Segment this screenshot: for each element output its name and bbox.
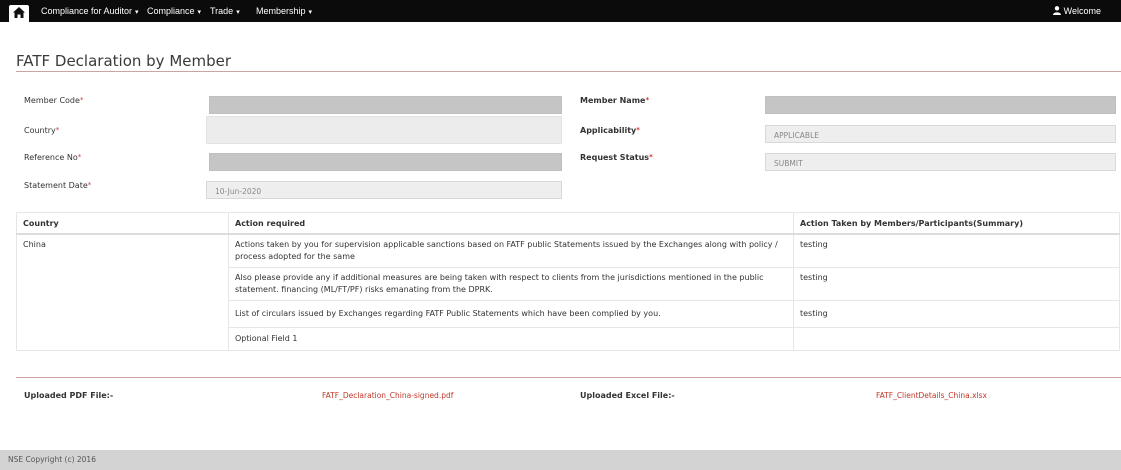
member-code-label: Member Code* bbox=[24, 96, 84, 105]
home-icon bbox=[13, 7, 25, 18]
home-button[interactable] bbox=[9, 5, 29, 22]
table-header-row: Country Action required Action Taken by … bbox=[16, 212, 1120, 235]
uploaded-pdf-label: Uploaded PDF File:- bbox=[24, 391, 114, 400]
action-required-cell: Optional Field 1 bbox=[228, 326, 794, 351]
statement-date-label: Statement Date* bbox=[24, 181, 92, 190]
member-name-field[interactable] bbox=[765, 96, 1116, 114]
action-required-cell: Also please provide any if additional me… bbox=[228, 266, 794, 301]
uploaded-excel-link[interactable]: FATF_ClientDetails_China.xlsx bbox=[876, 391, 987, 400]
caret-down-icon: ▾ bbox=[308, 9, 313, 16]
nav-trade[interactable]: Trade ▾ bbox=[210, 6, 240, 16]
reference-no-label: Reference No* bbox=[24, 153, 82, 162]
statement-date-field[interactable]: 10-Jun-2020 bbox=[206, 181, 562, 199]
nav-compliance[interactable]: Compliance ▾ bbox=[147, 6, 201, 16]
nav-compliance-for-auditor[interactable]: Compliance for Auditor ▾ bbox=[41, 6, 139, 16]
header-country: Country bbox=[16, 212, 229, 235]
caret-down-icon: ▾ bbox=[135, 9, 139, 16]
page-title: FATF Declaration by Member bbox=[16, 52, 232, 70]
caret-down-icon: ▾ bbox=[236, 9, 240, 16]
applicability-label: Applicability* bbox=[580, 126, 640, 135]
action-taken-cell[interactable]: testing bbox=[793, 233, 1120, 268]
header-action-taken: Action Taken by Members/Participants(Sum… bbox=[793, 212, 1120, 235]
footer: NSE Copyright (c) 2016 bbox=[0, 450, 1121, 470]
member-code-field[interactable] bbox=[209, 96, 562, 114]
uploads-divider bbox=[16, 377, 1121, 378]
title-divider bbox=[16, 71, 1121, 72]
request-status-label: Request Status* bbox=[580, 153, 653, 162]
reference-no-field[interactable] bbox=[209, 153, 562, 171]
action-required-cell: List of circulars issued by Exchanges re… bbox=[228, 299, 794, 328]
country-cell: China bbox=[16, 233, 229, 351]
action-required-cell: Actions taken by you for supervision app… bbox=[228, 233, 794, 268]
fatf-action-table: Country Action required Action Taken by … bbox=[16, 212, 1120, 351]
member-name-label: Member Name* bbox=[580, 96, 650, 105]
country-field[interactable] bbox=[206, 116, 562, 144]
action-taken-cell[interactable]: testing bbox=[793, 299, 1120, 328]
country-label: Country* bbox=[24, 126, 60, 135]
applicability-field[interactable]: APPLICABLE bbox=[765, 125, 1116, 143]
action-taken-cell[interactable]: testing bbox=[793, 266, 1120, 301]
welcome-menu[interactable]: Welcome bbox=[1052, 6, 1101, 16]
copyright-text: NSE Copyright (c) 2016 bbox=[8, 455, 96, 464]
caret-down-icon: ▾ bbox=[197, 9, 202, 16]
uploaded-pdf-link[interactable]: FATF_Declaration_China-signed.pdf bbox=[322, 391, 453, 400]
request-status-field[interactable]: SUBMIT bbox=[765, 153, 1116, 171]
table-row: China Actions taken by you for supervisi… bbox=[16, 233, 1120, 351]
action-taken-cell[interactable] bbox=[793, 326, 1120, 351]
header-action-required: Action required bbox=[228, 212, 794, 235]
uploaded-excel-label: Uploaded Excel File:- bbox=[580, 391, 675, 400]
nav-membership[interactable]: Membership ▾ bbox=[256, 6, 312, 16]
user-icon bbox=[1052, 6, 1061, 15]
top-navbar: Compliance for Auditor ▾ Compliance ▾ Trad… bbox=[0, 0, 1121, 22]
